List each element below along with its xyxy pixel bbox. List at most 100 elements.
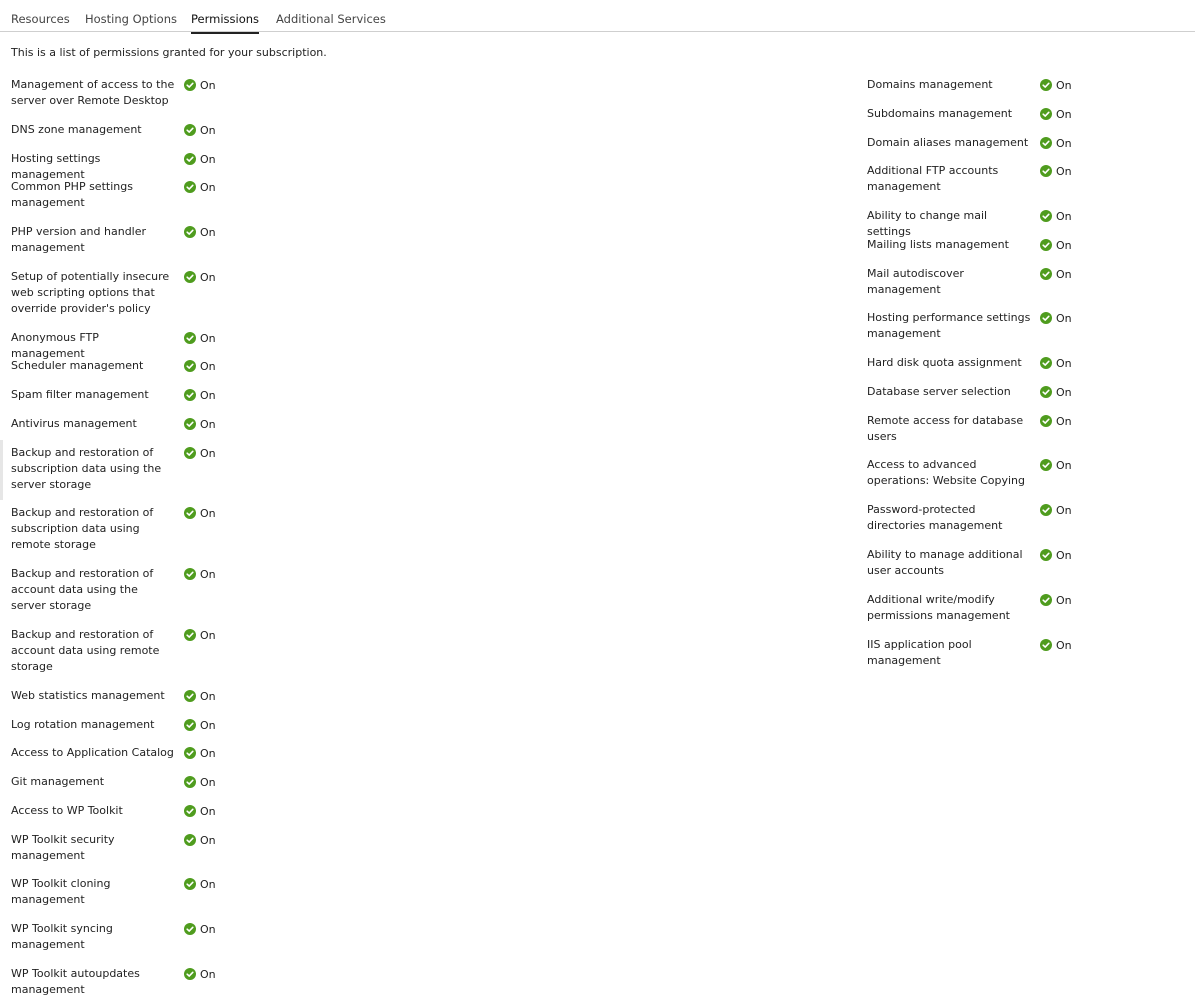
status-label: On xyxy=(200,388,216,402)
status-label: On xyxy=(200,123,216,137)
status-label: On xyxy=(1056,311,1072,325)
permission-status: On xyxy=(184,224,216,240)
check-circle-icon xyxy=(184,79,196,91)
status-label: On xyxy=(1056,78,1072,92)
permission-status: On xyxy=(1040,266,1072,282)
check-circle-icon xyxy=(184,690,196,702)
permission-status: On xyxy=(1040,77,1072,93)
status-label: On xyxy=(1056,136,1072,150)
status-label: On xyxy=(200,270,216,284)
tab-resources[interactable]: Resources xyxy=(11,12,70,32)
permission-status: On xyxy=(1040,135,1072,151)
permission-name: Backup and restoration of subscription d… xyxy=(11,446,162,491)
check-circle-icon xyxy=(184,124,196,136)
status-label: On xyxy=(1056,107,1072,121)
permission-status: On xyxy=(1040,237,1072,253)
permission-name: WP Toolkit cloning management xyxy=(11,877,111,906)
permission-name: Ability to change mail settings xyxy=(867,209,988,238)
permission-name: Common PHP settings management xyxy=(11,180,133,209)
permission-status: On xyxy=(184,77,216,93)
permission-name: WP Toolkit autoupdates management xyxy=(11,967,140,996)
permission-status: On xyxy=(184,122,216,138)
check-circle-icon xyxy=(184,507,196,519)
permission-name: Mail autodiscover management xyxy=(867,267,964,296)
permission-name: IIS application pool management xyxy=(867,638,972,667)
permission-name: Hosting performance settings management xyxy=(867,311,1031,340)
status-label: On xyxy=(200,359,216,373)
check-circle-icon xyxy=(1040,210,1052,222)
check-circle-icon xyxy=(1040,594,1052,606)
permission-name: PHP version and handler management xyxy=(11,225,147,254)
check-circle-icon xyxy=(184,968,196,980)
check-circle-icon xyxy=(184,181,196,193)
permission-name: WP Toolkit syncing management xyxy=(11,922,113,951)
permission-status: On xyxy=(184,358,216,374)
permission-name: Log rotation management xyxy=(11,718,155,731)
status-label: On xyxy=(1056,593,1072,607)
permission-status: On xyxy=(184,774,216,790)
tab-hosting-options[interactable]: Hosting Options xyxy=(85,12,177,32)
permission-status: On xyxy=(1040,355,1072,371)
status-label: On xyxy=(200,180,216,194)
permission-name: WP Toolkit security management xyxy=(11,833,115,862)
status-label: On xyxy=(1056,638,1072,652)
status-label: On xyxy=(1056,458,1072,472)
check-circle-icon xyxy=(1040,386,1052,398)
permission-name: Additional write/modify permissions mana… xyxy=(867,593,1010,622)
check-circle-icon xyxy=(184,878,196,890)
permission-name: Management of access to the server over … xyxy=(11,78,175,107)
permission-status: On xyxy=(1040,457,1072,473)
check-circle-icon xyxy=(184,389,196,401)
permission-name: Backup and restoration of account data u… xyxy=(11,628,160,673)
check-circle-icon xyxy=(184,805,196,817)
check-circle-icon xyxy=(184,776,196,788)
permission-name: Backup and restoration of account data u… xyxy=(11,567,154,612)
check-circle-icon xyxy=(184,447,196,459)
status-label: On xyxy=(1056,385,1072,399)
permission-status: On xyxy=(184,966,216,982)
check-circle-icon xyxy=(1040,239,1052,251)
permission-status: On xyxy=(184,151,216,167)
permission-name: Backup and restoration of subscription d… xyxy=(11,506,154,551)
status-label: On xyxy=(200,746,216,760)
status-label: On xyxy=(200,804,216,818)
status-label: On xyxy=(1056,503,1072,517)
check-circle-icon xyxy=(1040,137,1052,149)
permission-name: Hard disk quota assignment xyxy=(867,356,1022,369)
status-label: On xyxy=(200,877,216,891)
permission-status: On xyxy=(184,330,216,346)
check-circle-icon xyxy=(1040,108,1052,120)
permission-status: On xyxy=(1040,502,1072,518)
permission-name: Domain aliases management xyxy=(867,136,1029,149)
status-label: On xyxy=(1056,209,1072,223)
permission-status: On xyxy=(184,566,216,582)
tab-additional-services[interactable]: Additional Services xyxy=(276,12,386,32)
status-label: On xyxy=(200,417,216,431)
check-circle-icon xyxy=(1040,415,1052,427)
permission-status: On xyxy=(184,269,216,285)
permission-status: On xyxy=(184,387,216,403)
permission-status: On xyxy=(184,505,216,521)
intro-text: This is a list of permissions granted fo… xyxy=(11,46,327,59)
tab-permissions[interactable]: Permissions xyxy=(191,12,260,34)
status-label: On xyxy=(1056,414,1072,428)
check-circle-icon xyxy=(184,418,196,430)
permission-name: Git management xyxy=(11,775,105,788)
status-label: On xyxy=(1056,356,1072,370)
permission-status: On xyxy=(184,179,216,195)
permission-status: On xyxy=(1040,106,1072,122)
tab-bar: Resources Hosting Options Permissions Ad… xyxy=(0,0,1195,34)
status-label: On xyxy=(200,628,216,642)
permission-status: On xyxy=(184,832,216,848)
status-label: On xyxy=(200,718,216,732)
status-label: On xyxy=(200,331,216,345)
permission-name: Spam filter management xyxy=(11,388,149,401)
left-edge-divider xyxy=(0,440,3,500)
permission-name: Database server selection xyxy=(867,385,1011,398)
status-label: On xyxy=(200,967,216,981)
status-label: On xyxy=(1056,164,1072,178)
permission-name: DNS zone management xyxy=(11,123,142,136)
permission-name: Setup of potentially insecure web script… xyxy=(11,270,170,315)
permission-name: Access to WP Toolkit xyxy=(11,804,123,817)
status-label: On xyxy=(200,78,216,92)
